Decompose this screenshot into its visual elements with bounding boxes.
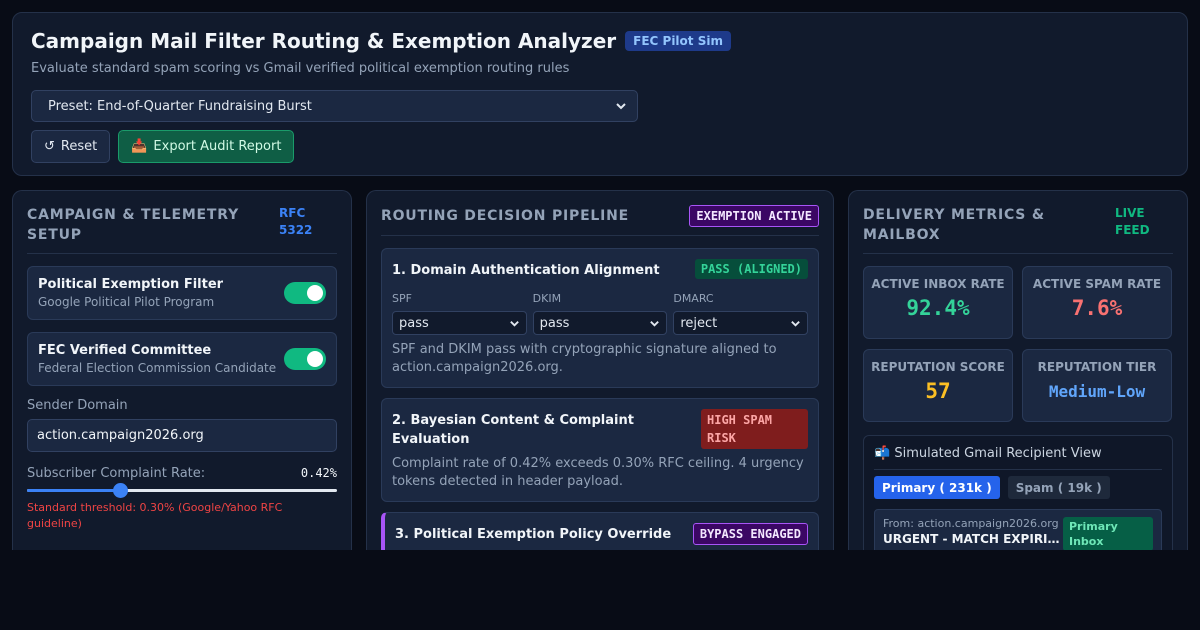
fec-subtitle: Federal Election Commission Candidate <box>38 361 277 375</box>
preset-select-value: Preset: End-of-Quarter Fundraising Burst <box>48 98 312 114</box>
reputation-tier-card: REPUTATION TIER Medium-Low <box>1022 349 1172 422</box>
campaign-setup-panel: CAMPAIGN & TELEMETRY SETUP RFC 5322 Poli… <box>12 190 352 550</box>
chevron-down-icon <box>509 320 519 327</box>
chevron-down-icon <box>650 320 660 327</box>
dmarc-select[interactable]: reject <box>673 311 809 335</box>
tab-spam[interactable]: Spam ( 19k ) <box>1007 476 1110 499</box>
spf-label: SPF <box>392 292 412 305</box>
exemption-subtitle: Google Political Pilot Program <box>38 295 215 309</box>
rfc-tag: RFC 5322 <box>279 206 313 237</box>
mail-from: From: action.campaign2026.org <box>883 517 1059 530</box>
mailbox-title: Simulated Gmail Recipient View <box>894 446 1102 461</box>
stage-badge: BYPASS ENGAGED <box>692 523 808 545</box>
reputation-tier-value: Medium-Low <box>1048 382 1146 401</box>
live-feed-tag: LIVE FEED <box>1115 206 1150 237</box>
page-title: Campaign Mail Filter Routing & Exemption… <box>31 29 617 53</box>
stage-domain-auth: 1. Domain Authentication Alignment PASS … <box>381 248 819 388</box>
reputation-score-value: 57 <box>925 379 951 403</box>
fec-verified-card: FEC Verified Committee Federal Election … <box>27 332 337 386</box>
sender-domain-label: Sender Domain <box>27 398 128 413</box>
dmarc-select-value: reject <box>680 315 718 331</box>
dkim-select[interactable]: pass <box>532 311 668 335</box>
preset-select[interactable]: Preset: End-of-Quarter Fundraising Burst <box>31 90 638 122</box>
reset-icon: ↺ <box>44 139 55 154</box>
metric-label: REPUTATION SCORE <box>871 360 1005 374</box>
toggle-knob <box>307 351 323 367</box>
complaint-rate-slider[interactable] <box>27 483 337 498</box>
metric-label: ACTIVE INBOX RATE <box>871 277 1005 291</box>
reset-button-label: Reset <box>60 139 98 154</box>
fec-verified-toggle[interactable] <box>284 348 326 370</box>
stage-bayesian-content: 2. Bayesian Content & Complaint Evaluati… <box>381 398 819 502</box>
exemption-title: Political Exemption Filter <box>38 277 224 292</box>
complaint-rate-value: 0.42% <box>300 466 337 480</box>
stage-badge: PASS (ALIGNED) <box>694 259 808 279</box>
slider-fill <box>27 489 120 492</box>
export-button-label: Export Audit Report <box>153 139 282 154</box>
inbox-rate-card: ACTIVE INBOX RATE 92.4% <box>863 266 1013 339</box>
slider-thumb[interactable] <box>113 483 128 498</box>
mail-subject: URGENT - MATCH EXPIRING TONIGHT <box>883 532 1061 546</box>
stage-description: Complaint rate of 0.42% exceeds 0.30% RF… <box>392 456 804 489</box>
page-subtitle: Evaluate standard spam scoring vs Gmail … <box>31 61 570 76</box>
sender-domain-input[interactable]: action.campaign2026.org <box>27 419 337 452</box>
tab-primary[interactable]: Primary ( 231k ) <box>874 476 1000 499</box>
delivery-metrics-panel: DELIVERY METRICS & MAILBOX LIVE FEED ACT… <box>848 190 1188 550</box>
political-exemption-card: Political Exemption Filter Google Politi… <box>27 266 337 320</box>
primary-inbox-badge: Primary Inbox <box>1063 517 1153 550</box>
fec-title: FEC Verified Committee <box>38 343 212 358</box>
gmail-recipient-view: 📬 Simulated Gmail Recipient View Primary… <box>863 435 1173 550</box>
metric-label: REPUTATION TIER <box>1037 360 1157 374</box>
chevron-down-icon <box>791 320 800 327</box>
stage-political-override: 3. Political Exemption Policy Override B… <box>381 512 819 550</box>
spf-select[interactable]: pass <box>392 311 527 335</box>
inbox-rate-value: 92.4% <box>906 296 970 320</box>
export-audit-button[interactable]: 📥 Export Audit Report <box>118 130 295 163</box>
stage-badge: HIGH SPAM RISK <box>701 409 808 449</box>
dkim-label: DKIM <box>532 292 562 305</box>
metrics-panel-title: DELIVERY METRICS & MAILBOX <box>863 207 1045 243</box>
stage-title: 2. Bayesian Content & Complaint Evaluati… <box>392 413 634 447</box>
reputation-score-card: REPUTATION SCORE 57 <box>863 349 1013 422</box>
metric-label: ACTIVE SPAM RATE <box>1032 277 1162 291</box>
mailbox-icon: 📬 <box>874 446 891 461</box>
stage-description: SPF and DKIM pass with cryptographic sig… <box>392 342 777 375</box>
pipeline-panel-title: ROUTING DECISION PIPELINE <box>381 208 630 224</box>
spf-select-value: pass <box>399 315 429 331</box>
threshold-note: Standard threshold: 0.30% (Google/Yahoo … <box>27 501 283 530</box>
stage-title: 3. Political Exemption Policy Override <box>395 527 672 542</box>
stage-title: 1. Domain Authentication Alignment <box>392 263 660 278</box>
dkim-select-value: pass <box>539 315 570 331</box>
setup-panel-title: CAMPAIGN & TELEMETRY SETUP <box>27 207 240 243</box>
complaint-rate-label: Subscriber Complaint Rate: <box>27 466 206 481</box>
spam-rate-card: ACTIVE SPAM RATE 7.6% <box>1022 266 1172 339</box>
app-header: Campaign Mail Filter Routing & Exemption… <box>12 12 1188 176</box>
chevron-down-icon <box>616 103 626 110</box>
inbox-tray-icon: 📥 <box>131 139 148 154</box>
dmarc-label: DMARC <box>673 292 714 305</box>
pilot-badge: FEC Pilot Sim <box>625 31 731 51</box>
toggle-knob <box>307 285 323 301</box>
political-exemption-toggle[interactable] <box>284 282 326 304</box>
spam-rate-value: 7.6% <box>1071 296 1123 320</box>
routing-pipeline-panel: ROUTING DECISION PIPELINE EXEMPTION ACTI… <box>366 190 834 550</box>
reset-button[interactable]: ↺ Reset <box>31 130 111 163</box>
mail-list-item[interactable]: From: action.campaign2026.org URGENT - M… <box>874 509 1162 550</box>
exemption-status-badge: EXEMPTION ACTIVE <box>689 205 819 227</box>
